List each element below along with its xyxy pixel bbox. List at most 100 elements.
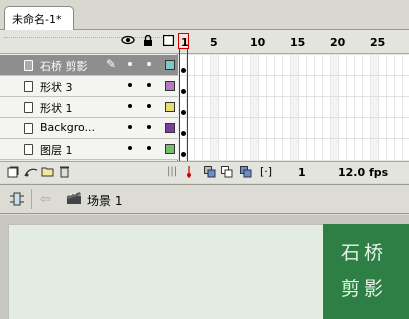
edit-bar-divider — [31, 189, 32, 209]
frame-cell[interactable] — [307, 55, 315, 160]
frame-cell[interactable] — [291, 55, 299, 160]
insert-layer-icon[interactable] — [7, 166, 19, 181]
frame-cell[interactable] — [323, 55, 331, 160]
frame-number: 15 — [290, 36, 306, 49]
layer-color-swatch[interactable] — [165, 81, 175, 91]
playhead-frame-number: 1 — [181, 36, 189, 49]
onion-skin-icon[interactable] — [204, 166, 216, 181]
visibility-dot[interactable] — [128, 146, 132, 150]
layer-row-shape3[interactable]: 形状 3 — [0, 76, 178, 97]
artwork-title-block[interactable]: 石桥 剪影 — [323, 224, 409, 319]
frame-cell[interactable] — [299, 55, 307, 160]
frame-number: 25 — [370, 36, 386, 49]
frame-cell[interactable] — [259, 55, 267, 160]
center-frame-icon[interactable] — [185, 166, 193, 181]
frame-cell[interactable] — [403, 55, 409, 160]
layer-row-layer1[interactable]: 图层 1 — [0, 139, 178, 160]
frame-number: 10 — [250, 36, 266, 49]
back-arrow-icon[interactable]: ⇦ — [40, 192, 51, 207]
frame-cell[interactable] — [395, 55, 403, 160]
visibility-dot[interactable] — [128, 83, 132, 87]
trash-icon[interactable] — [59, 165, 70, 181]
edit-bar — [0, 184, 409, 214]
layer-color-swatch[interactable] — [165, 123, 175, 133]
visibility-dot[interactable] — [128, 104, 132, 108]
eye-icon[interactable] — [121, 35, 135, 48]
layer-page-icon — [24, 102, 33, 113]
frame-cell[interactable] — [267, 55, 275, 160]
edit-multiple-frames-icon[interactable] — [240, 166, 252, 181]
frame-cell[interactable] — [283, 55, 291, 160]
lock-dot[interactable] — [147, 62, 151, 66]
frame-cell[interactable] — [363, 55, 371, 160]
layer-row-shape1[interactable]: 形状 1 — [0, 97, 178, 118]
artwork-text: 剪影 — [341, 278, 388, 300]
clapper-scene-icon — [66, 191, 82, 208]
frame-cell[interactable] — [355, 55, 363, 160]
folder-icon[interactable] — [41, 166, 54, 180]
artwork-text: 石桥 — [341, 242, 388, 264]
document-tab-label: 未命名-1* — [12, 13, 62, 26]
frame-row-divider — [179, 75, 409, 76]
frame-cell[interactable] — [187, 55, 195, 160]
frame-cell[interactable] — [387, 55, 395, 160]
layer-color-swatch[interactable] — [165, 144, 175, 154]
layer-name: 形状 1 — [40, 102, 73, 115]
frames-grid[interactable] — [179, 55, 409, 160]
frame-cell[interactable] — [211, 55, 219, 160]
frame-cell[interactable] — [243, 55, 251, 160]
frame-cell[interactable] — [219, 55, 227, 160]
lock-dot[interactable] — [147, 146, 151, 150]
visibility-dot[interactable] — [128, 62, 132, 66]
scene-label[interactable]: 场景 1 — [87, 192, 122, 209]
layer-name: Backgro... — [40, 121, 95, 134]
frame-cell[interactable] — [347, 55, 355, 160]
layer-page-icon — [24, 144, 33, 155]
frame-cell[interactable] — [339, 55, 347, 160]
keyframe-dot[interactable] — [181, 131, 186, 136]
frame-number: 5 — [210, 36, 218, 49]
lock-dot[interactable] — [147, 83, 151, 87]
layer-color-swatch[interactable] — [165, 102, 175, 112]
layer-row-shiqiao[interactable]: 石桥 剪影 ✎ — [0, 55, 178, 76]
frame-cell[interactable] — [203, 55, 211, 160]
layer-color-swatch[interactable] — [165, 60, 175, 70]
timeline-header — [0, 30, 409, 54]
resize-grip-icon[interactable]: ||| — [167, 166, 177, 177]
frame-row-divider — [179, 96, 409, 97]
frame-rate-readout: 12.0 fps — [338, 166, 389, 179]
lock-dot[interactable] — [147, 125, 151, 129]
layer-name: 形状 3 — [40, 81, 73, 94]
timeline-toggle-icon[interactable] — [9, 192, 25, 209]
keyframe-dot[interactable] — [181, 110, 186, 115]
document-tab[interactable]: 未命名-1* — [4, 6, 74, 31]
keyframe-dot[interactable] — [181, 89, 186, 94]
frame-cell[interactable] — [379, 55, 387, 160]
layer-row-background[interactable]: Backgro... — [0, 118, 178, 139]
keyframe-dot[interactable] — [181, 152, 186, 157]
frame-cell[interactable] — [315, 55, 323, 160]
frame-row-divider — [179, 138, 409, 139]
layer-page-icon — [24, 60, 33, 71]
modify-onion-markers-icon[interactable]: [·] — [260, 165, 272, 178]
frame-cell[interactable] — [275, 55, 283, 160]
frame-number: 20 — [330, 36, 346, 49]
frame-row-divider — [179, 117, 409, 118]
layer-name: 图层 1 — [40, 144, 73, 157]
visibility-dot[interactable] — [128, 125, 132, 129]
layer-page-icon — [24, 81, 33, 92]
frame-cell[interactable] — [371, 55, 379, 160]
keyframe-dot[interactable] — [181, 68, 186, 73]
outline-icon[interactable] — [161, 34, 175, 49]
onion-skin-outlines-icon[interactable] — [221, 166, 233, 181]
frame-cell[interactable] — [251, 55, 259, 160]
frame-cell[interactable] — [195, 55, 203, 160]
layer-name: 石桥 剪影 — [40, 60, 88, 73]
frame-cell[interactable] — [227, 55, 235, 160]
lock-dot[interactable] — [147, 104, 151, 108]
frame-cell[interactable] — [235, 55, 243, 160]
motion-guide-icon[interactable] — [24, 166, 38, 181]
lock-icon[interactable] — [141, 34, 155, 49]
layer-page-icon — [24, 123, 33, 134]
frame-cell[interactable] — [331, 55, 339, 160]
